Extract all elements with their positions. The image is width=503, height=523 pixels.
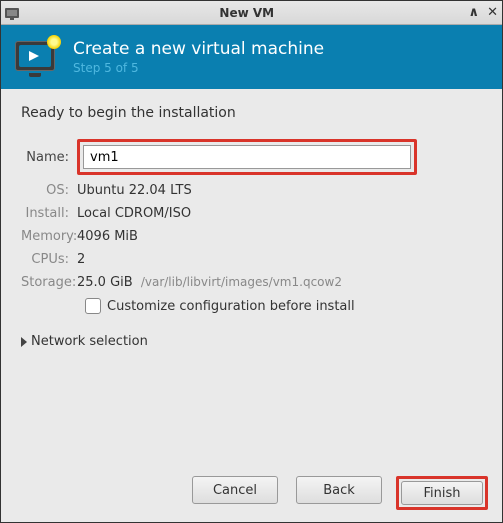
storage-label: Storage: [21, 275, 77, 290]
app-icon [5, 6, 21, 20]
name-input[interactable] [83, 145, 411, 169]
cpus-label: CPUs: [21, 252, 77, 267]
cancel-button[interactable]: Cancel [192, 476, 278, 504]
header-title: Create a new virtual machine [73, 39, 324, 59]
storage-value: 25.0 GiB /var/lib/libvirt/images/vm1.qco… [77, 275, 342, 290]
storage-size: 25.0 GiB [77, 275, 133, 290]
wizard-footer: Cancel Back Finish [1, 464, 502, 522]
os-value: Ubuntu 22.04 LTS [77, 183, 192, 198]
close-button[interactable]: ✕ [487, 5, 498, 20]
wizard-header: Create a new virtual machine Step 5 of 5 [1, 25, 502, 89]
new-vm-dialog: New VM ∧ ✕ Create a new virtual machine … [0, 0, 503, 523]
os-label: OS: [21, 183, 77, 198]
header-text: Create a new virtual machine Step 5 of 5 [73, 39, 324, 75]
customize-checkbox[interactable] [85, 298, 101, 314]
ready-label: Ready to begin the installation [21, 105, 482, 121]
memory-label: Memory: [21, 229, 77, 244]
finish-button[interactable]: Finish [401, 481, 483, 505]
back-button[interactable]: Back [296, 476, 382, 504]
name-row: Name: [21, 139, 482, 175]
memory-row: Memory: 4096 MiB [21, 229, 482, 244]
cpus-row: CPUs: 2 [21, 252, 482, 267]
network-selection-label: Network selection [31, 334, 148, 349]
window-title: New VM [25, 6, 469, 20]
vm-icon [15, 37, 59, 77]
install-row: Install: Local CDROM/ISO [21, 206, 482, 221]
window-controls: ∧ ✕ [469, 5, 498, 20]
wizard-content: Ready to begin the installation Name: OS… [1, 89, 502, 464]
name-highlight [77, 139, 417, 175]
storage-row: Storage: 25.0 GiB /var/lib/libvirt/image… [21, 275, 482, 290]
titlebar: New VM ∧ ✕ [1, 1, 502, 25]
customize-label: Customize configuration before install [107, 299, 355, 314]
customize-row: Customize configuration before install [85, 298, 482, 314]
cpus-value: 2 [77, 252, 85, 267]
step-indicator: Step 5 of 5 [73, 61, 324, 75]
network-selection-expander[interactable]: Network selection [21, 334, 482, 349]
install-value: Local CDROM/ISO [77, 206, 191, 221]
install-label: Install: [21, 206, 77, 221]
memory-value: 4096 MiB [77, 229, 138, 244]
storage-path: /var/lib/libvirt/images/vm1.qcow2 [141, 275, 342, 289]
os-row: OS: Ubuntu 22.04 LTS [21, 183, 482, 198]
maximize-button[interactable]: ∧ [469, 5, 480, 20]
name-label: Name: [21, 150, 77, 165]
chevron-right-icon [21, 337, 27, 347]
finish-highlight: Finish [396, 476, 488, 510]
